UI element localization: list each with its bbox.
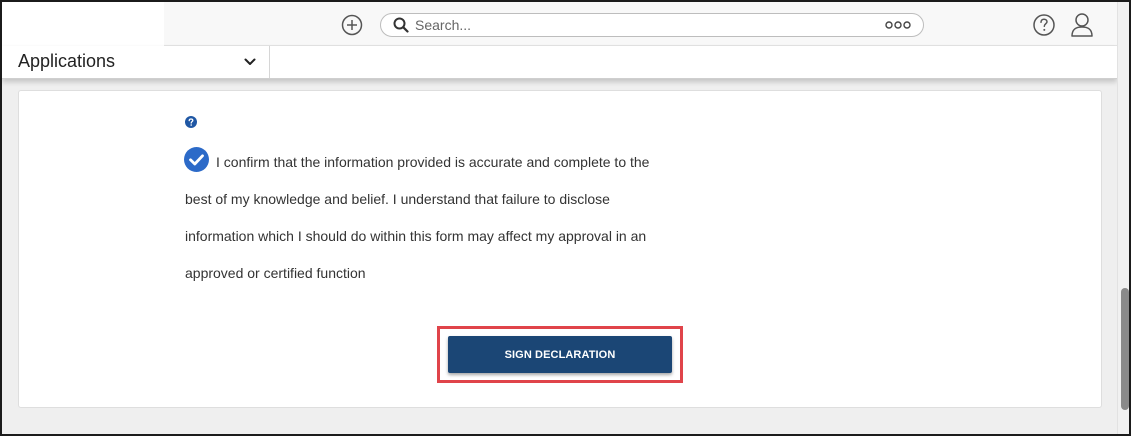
question-circle-icon <box>1033 14 1055 36</box>
search-bar[interactable] <box>380 13 924 37</box>
add-button[interactable] <box>340 13 364 37</box>
magnifier-icon <box>393 17 409 33</box>
scrollbar-thumb[interactable] <box>1121 288 1129 410</box>
chevron-down-icon <box>244 58 256 65</box>
topbar-logo-area <box>2 2 164 46</box>
ellipsis-icon[interactable] <box>885 19 911 31</box>
help-button[interactable] <box>1032 13 1056 37</box>
search-input[interactable] <box>415 15 875 35</box>
user-profile-icon <box>1071 13 1093 37</box>
vertical-scrollbar[interactable] <box>1117 2 1129 434</box>
application-bar: Applications <box>2 46 1117 79</box>
user-profile-button[interactable] <box>1070 12 1094 38</box>
plus-circle-icon <box>341 14 363 36</box>
applications-dropdown[interactable]: Applications <box>2 46 270 78</box>
declaration-text: I confirm that the information provided … <box>185 154 650 281</box>
app-window: Applications I confirm that the informat… <box>0 0 1131 436</box>
declaration-card: I confirm that the information provided … <box>18 90 1102 408</box>
sign-declaration-button[interactable]: SIGN DECLARATION <box>448 336 672 373</box>
applications-label: Applications <box>18 51 116 71</box>
question-circle-icon[interactable] <box>185 116 197 128</box>
top-navigation-bar <box>2 2 1117 46</box>
